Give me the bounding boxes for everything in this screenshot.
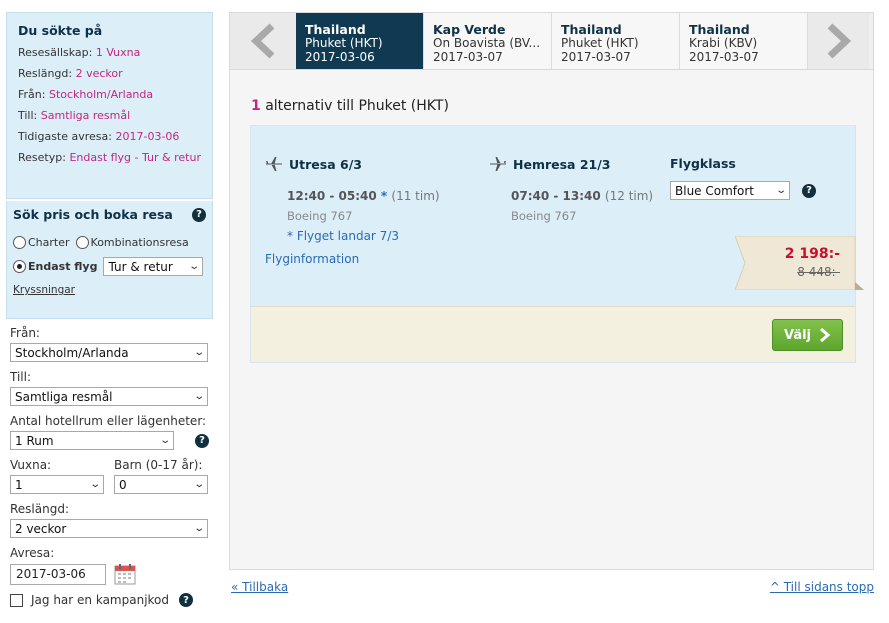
date-tabs: Thailand Phuket (HKT) 2017-03-06 Kap Ver… [230,13,873,70]
flight-info-link[interactable]: Flyginformation [265,252,359,266]
flight-class-select[interactable]: Blue Comfort ⌄ [670,181,790,200]
search-summary: Du sökte på Resesällskap: 1 Vuxna Reslän… [6,12,213,199]
select-button[interactable]: Välj [772,319,843,351]
sidebar: Du sökte på Resesällskap: 1 Vuxna Reslän… [6,12,213,623]
plane-return-icon [490,157,506,171]
price-tag-shape [735,236,864,290]
trip-type-select[interactable]: Tur & retur ⌄ [103,257,204,276]
flight-class-label: Flygklass [670,156,736,171]
calendar-icon[interactable] [114,563,136,585]
rooms-select[interactable]: 1 Rum ⌄ [10,431,174,450]
flight-card: Utresa 6/3 12:40 - 05:40 * (11 tim) Boei… [250,125,864,363]
top-link[interactable]: ^ Till sidans topp [770,580,874,594]
price-tag: 2 198:- 8 448:- [735,236,864,290]
cruises-link[interactable]: Kryssningar [13,284,75,296]
help-icon[interactable]: ? [802,183,816,198]
chevron-right-icon [820,328,831,342]
children-label: Barn (0-17 år): [114,458,203,472]
radio-flight-only[interactable]: Endast flyg [13,260,97,273]
chevron-down-icon: ⌄ [158,435,171,446]
radio-charter[interactable]: Charter [13,236,70,249]
chevron-down-icon: ⌄ [88,479,101,490]
from-label: Från: [10,326,40,340]
tab-date[interactable]: Thailand Phuket (HKT) 2017-03-07 [552,13,680,69]
help-icon[interactable]: ? [195,433,209,448]
radio-combination[interactable]: Kombinationsresa [75,236,189,249]
summary-row: Reslängd: 2 veckor [18,67,123,80]
adults-label: Vuxna: [10,458,52,472]
summary-title: Du sökte på [18,23,103,38]
to-label: Till: [10,370,32,384]
results-panel: Thailand Phuket (HKT) 2017-03-06 Kap Ver… [229,12,874,570]
help-icon[interactable]: ? [192,207,206,222]
chevron-left-icon [250,23,275,59]
summary-row: Till: Samtliga resmål [18,109,131,122]
chevron-down-icon: ⌄ [188,261,201,272]
departure-label: Avresa: [10,546,55,560]
price-original: 8 448:- [797,265,840,279]
length-select[interactable]: 2 veckor ⌄ [10,519,208,538]
booking-title: Sök pris och boka resa [13,207,173,222]
summary-row: Från: Stockholm/Arlanda [18,88,154,101]
length-label: Reslängd: [10,502,70,516]
children-select[interactable]: 0 ⌄ [114,475,208,494]
departure-date-input[interactable]: 2017-03-06 [10,563,106,585]
search-form: Från: Stockholm/Arlanda ⌄ Till: Samtliga … [6,319,213,607]
from-select[interactable]: Stockholm/Arlanda ⌄ [10,343,208,362]
summary-row: Resetyp: Endast flyg - Tur & retur [18,151,201,164]
adults-select[interactable]: 1 ⌄ [10,475,104,494]
chevron-down-icon: ⌄ [774,185,787,196]
to-select[interactable]: Samtliga resmål ⌄ [10,387,208,406]
footer-links: « Tillbaka ^ Till sidans topp [231,580,874,594]
summary-row: Tidigaste avresa: 2017-03-06 [18,130,180,143]
chevron-down-icon: ⌄ [192,479,205,490]
tab-date[interactable]: Thailand Phuket (HKT) 2017-03-06 [296,13,424,69]
rooms-label: Antal hotellrum eller lägenheter: [10,414,207,428]
return-leg: Hemresa 21/3 07:40 - 13:40 (12 tim) Boei… [489,156,653,223]
plane-departure-icon [266,157,282,171]
chevron-right-icon [827,23,851,59]
back-link[interactable]: « Tillbaka [231,580,288,594]
campaign-code-checkbox[interactable]: Jag har en kampanjkod ? [10,593,213,607]
outbound-leg: Utresa 6/3 12:40 - 05:40 * (11 tim) Boei… [265,156,440,243]
booking-panel: Sök pris och boka resa ? Charter Kombina… [6,201,213,319]
prev-arrow-button[interactable] [230,13,296,69]
price-current: 2 198:- [784,246,840,262]
help-icon[interactable]: ? [179,593,194,607]
summary-row: Resesällskap: 1 Vuxna [18,46,141,59]
next-arrow-button[interactable] [808,13,869,69]
flight-class: Flygklass Blue Comfort ⌄ ? [670,156,816,200]
chevron-down-icon: ⌄ [192,391,205,402]
tab-date[interactable]: Thailand Krabi (KBV) 2017-03-07 [680,13,808,69]
landing-note: * Flyget landar 7/3 [287,229,399,243]
chevron-down-icon: ⌄ [192,523,205,534]
results-heading: 1 alternativ till Phuket (HKT) [251,98,449,114]
chevron-down-icon: ⌄ [192,347,205,358]
tab-date[interactable]: Kap Verde Ön Boavista (BV... 2017-03-07 [424,13,552,69]
